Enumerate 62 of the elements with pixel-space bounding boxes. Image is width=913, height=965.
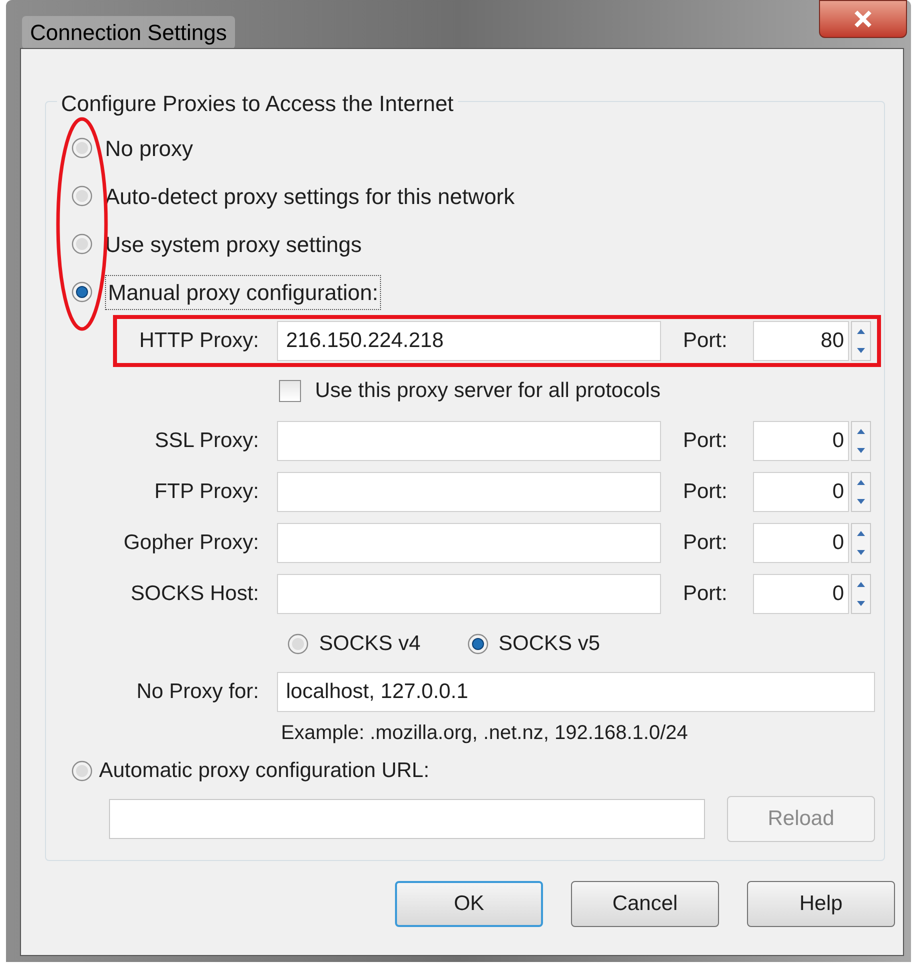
port-label: Port: (683, 328, 728, 354)
spin-button[interactable] (851, 574, 871, 614)
host-field[interactable] (277, 472, 661, 512)
host-field[interactable] (277, 522, 661, 562)
checkbox[interactable] (279, 380, 301, 402)
example-hint: Example: .mozilla.org, .net.nz, 192.168.1.0/24 (281, 721, 688, 746)
radio-label: No proxy (105, 134, 194, 163)
host-field[interactable] (277, 420, 661, 460)
field-label: SOCKS Host: (130, 580, 260, 607)
port-field[interactable]: 0 (753, 420, 849, 460)
port-field[interactable]: 0 (753, 522, 849, 562)
radio-button[interactable] (71, 137, 93, 159)
radio-label: Automatic proxy configuration URL: (99, 758, 430, 784)
field-label: SSL Proxy: (154, 428, 260, 454)
radio-label: SOCKS v5 (498, 631, 600, 658)
radio-label: Manual proxy configuration: (105, 274, 382, 310)
radio-button[interactable] (71, 281, 93, 303)
field-label: HTTP Proxy: (138, 328, 260, 354)
url-field[interactable] (109, 799, 705, 839)
up-arrow-icon (857, 480, 865, 484)
up-arrow-icon (857, 530, 865, 536)
group-title: Configure Proxies to Access the Internet (61, 91, 454, 116)
field-label: Gopher Proxy: (122, 530, 260, 556)
spin-button[interactable] (851, 472, 871, 512)
radio-button[interactable] (71, 185, 93, 207)
port-field[interactable]: 0 (753, 472, 849, 512)
port-label: Port: (683, 530, 728, 556)
radio-label: Use system proxy settings (105, 230, 362, 259)
radio-button[interactable] (466, 633, 489, 655)
up-arrow-icon (857, 428, 865, 434)
port-field[interactable]: 0 (753, 574, 849, 614)
radio-button[interactable] (71, 760, 93, 782)
no-proxy-field[interactable]: localhost, 127.0.0.1 (277, 672, 875, 712)
port-label: Port: (683, 478, 728, 505)
close-button[interactable] (819, 0, 907, 38)
up-arrow-icon (857, 329, 865, 334)
spin-button[interactable] (851, 420, 871, 460)
down-arrow-icon (857, 550, 865, 554)
radio-label: SOCKS v4 (319, 631, 421, 658)
close-icon (852, 10, 874, 28)
host-field[interactable] (277, 574, 661, 614)
window-title: Connection Settings (22, 16, 235, 49)
checkbox-label: Use this proxy server for all protocols (315, 378, 660, 404)
down-arrow-icon (857, 498, 865, 504)
radio-button[interactable] (71, 233, 93, 255)
down-arrow-icon (857, 600, 865, 606)
port-label: Port: (683, 428, 728, 454)
dialog-button[interactable]: Help (747, 881, 895, 927)
spin-button[interactable] (851, 522, 871, 562)
dialog-button[interactable]: Cancel (571, 881, 719, 927)
down-arrow-icon (857, 348, 865, 353)
up-arrow-icon (857, 582, 865, 586)
down-arrow-icon (857, 448, 865, 452)
field-label: FTP Proxy: (153, 478, 260, 505)
field-label: No Proxy for: (135, 679, 260, 706)
radio-button[interactable] (287, 633, 309, 655)
dialog-button[interactable]: OK (395, 881, 543, 927)
port-label: Port: (683, 580, 728, 607)
host-field[interactable]: 216.150.224.218 (277, 321, 661, 361)
port-field[interactable]: 80 (753, 321, 849, 361)
radio-label: Auto-detect proxy settings for this network (105, 182, 515, 211)
spin-button[interactable] (851, 321, 871, 361)
